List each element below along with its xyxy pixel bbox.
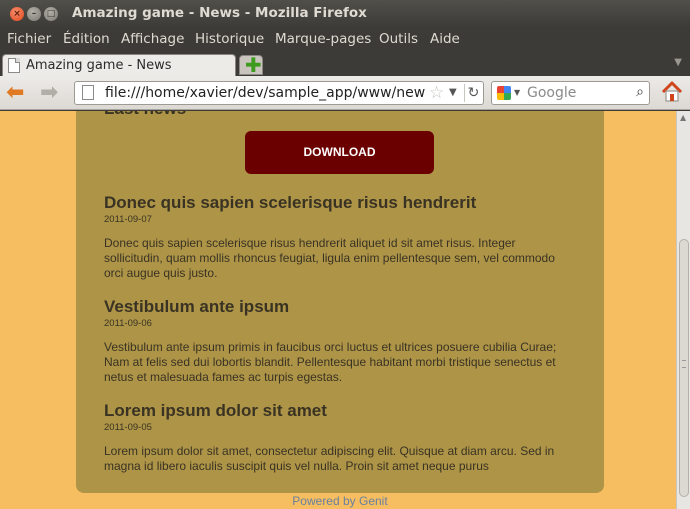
footer-link[interactable]: Powered by Genit [0, 494, 680, 508]
article-date: 2011-09-05 [104, 422, 152, 433]
new-tab-button[interactable]: ✚ [239, 53, 263, 77]
close-window-button[interactable]: × [10, 7, 24, 21]
tab-label: Amazing game - News [26, 58, 172, 73]
news-article: Lorem ipsum dolor sit amet 2011-09-05 Lo… [104, 401, 572, 474]
article-body: Donec quis sapien scelerisque risus hend… [104, 236, 555, 280]
google-engine-icon[interactable] [497, 86, 511, 100]
search-bar[interactable]: ▼ Google ⌕ [491, 81, 650, 105]
forward-arrow-icon[interactable]: ➡ [40, 82, 58, 104]
vertical-scrollbar[interactable]: ▲ [676, 111, 690, 509]
search-icon[interactable]: ⌕ [636, 84, 644, 100]
news-article: Vestibulum ante ipsum 2011-09-06 Vestibu… [104, 297, 572, 385]
plus-icon: ✚ [245, 53, 262, 77]
tab-list-chevron-icon[interactable]: ▼ [674, 57, 682, 68]
menu-marque-pages[interactable]: Marque-pages [275, 31, 371, 47]
article-title: Vestibulum ante ipsum [104, 297, 290, 316]
history-dropdown-icon[interactable]: ▼ [449, 87, 457, 98]
navigation-toolbar: ⬅ ➡ file:///home/xavier/dev/sample_app/w… [0, 76, 690, 110]
article-body: Lorem ipsum dolor sit amet, consectetur … [104, 444, 555, 473]
window-title: Amazing game - News - Mozilla Firefox [72, 5, 367, 21]
menu-aide[interactable]: Aide [430, 31, 460, 47]
url-input[interactable]: file:///home/xavier/dev/sample_app/www/n… [105, 85, 425, 101]
back-arrow-icon[interactable]: ⬅ [6, 82, 24, 104]
article-date: 2011-09-07 [104, 214, 152, 225]
news-article: Donec quis sapien scelerisque risus hend… [104, 193, 572, 281]
menu-fichier[interactable]: Fichier [7, 31, 51, 47]
url-bar[interactable]: file:///home/xavier/dev/sample_app/www/n… [74, 81, 484, 105]
download-button[interactable]: DOWNLOAD [245, 131, 434, 174]
home-icon[interactable] [660, 80, 684, 104]
minimize-window-button[interactable]: – [27, 7, 41, 21]
tab-amazing-game-news[interactable]: Amazing game - News [2, 54, 236, 76]
article-title: Lorem ipsum dolor sit amet [104, 401, 327, 420]
article-body: Vestibulum ante ipsum primis in faucibus… [104, 340, 557, 384]
tab-strip: Amazing game - News ✚ ▼ [0, 52, 690, 76]
page-viewport: Last news DOWNLOAD Donec quis sapien sce… [0, 111, 690, 509]
title-bar: × – □ Amazing game - News - Mozilla Fire… [0, 0, 690, 28]
menu-outils[interactable]: Outils [379, 31, 418, 47]
menu-affichage[interactable]: Affichage [121, 31, 184, 47]
page-icon [82, 85, 94, 100]
scroll-up-icon[interactable]: ▲ [680, 113, 686, 122]
menu-historique[interactable]: Historique [195, 31, 264, 47]
section-heading: Last news [104, 111, 186, 119]
search-engine-dropdown-icon[interactable]: ▼ [514, 88, 520, 97]
reload-icon[interactable]: ↻ [464, 84, 482, 102]
article-date: 2011-09-06 [104, 318, 152, 329]
bookmark-star-icon[interactable]: ☆ [429, 83, 444, 103]
maximize-window-button[interactable]: □ [44, 7, 58, 21]
search-input[interactable]: Google [527, 85, 576, 101]
menu-edition[interactable]: Édition [63, 31, 110, 47]
page-icon [8, 58, 20, 73]
article-title: Donec quis sapien scelerisque risus hend… [104, 193, 477, 212]
menu-bar: Fichier Édition Affichage Historique Mar… [0, 28, 690, 52]
grip-icon [682, 360, 686, 368]
scrollbar-thumb[interactable] [679, 239, 689, 497]
